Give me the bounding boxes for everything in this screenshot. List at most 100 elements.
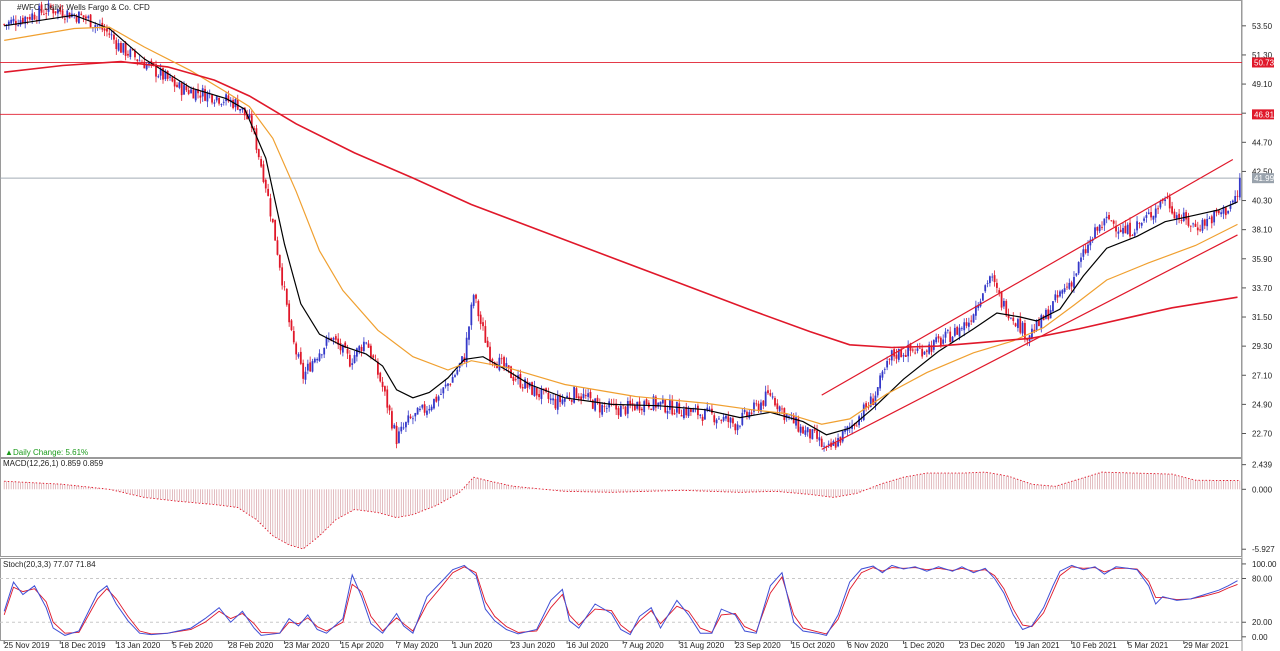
candle-body: [650, 408, 653, 410]
date-tick-label: 25 Nov 2019: [4, 641, 50, 650]
candle-body: [372, 355, 375, 358]
candle-body: [1131, 235, 1134, 236]
candle-body: [122, 43, 125, 53]
candle-body: [503, 357, 505, 368]
candle-body: [1119, 229, 1122, 233]
candle-body: [1124, 225, 1127, 234]
macd-tick-label: 0.000: [1252, 485, 1273, 494]
candle-body: [26, 17, 29, 19]
candle-body: [451, 377, 454, 383]
date-tick-label: 6 Nov 2020: [847, 641, 888, 650]
candle-body: [491, 359, 494, 361]
candle-body: [187, 90, 190, 94]
candle-body: [1068, 282, 1071, 289]
candle-body: [1094, 227, 1096, 238]
candle-body: [573, 386, 576, 403]
candle-body: [124, 42, 127, 56]
candle-body: [965, 322, 968, 326]
candle-body: [589, 391, 592, 399]
candle-body: [783, 408, 786, 421]
candle-body: [1234, 196, 1237, 203]
candle-body: [489, 346, 491, 362]
candle-body: [1040, 315, 1043, 329]
candle-body: [1164, 199, 1166, 202]
candle-body: [486, 340, 489, 348]
candle-body: [673, 413, 676, 415]
candle-body: [316, 359, 319, 361]
candle-body: [535, 387, 538, 396]
candle-body: [1005, 300, 1008, 316]
candle-body: [110, 34, 113, 36]
candle-body: [570, 400, 573, 402]
date-tick-label: 15 Apr 2020: [341, 641, 385, 650]
candle-body: [659, 401, 662, 405]
candle-body: [914, 352, 917, 354]
candle-body: [577, 396, 580, 399]
candle-body: [841, 431, 844, 442]
candle-body: [605, 408, 608, 409]
candle-body: [194, 89, 197, 101]
candle-body: [1147, 212, 1150, 215]
candle-body: [482, 322, 484, 327]
candle-body: [533, 386, 536, 397]
candle-body: [514, 379, 517, 381]
price-tick-label: 27.10: [1252, 371, 1273, 380]
candle-body: [820, 438, 823, 447]
stoch-tick-label: 100.00: [1252, 560, 1277, 569]
candle-body: [935, 337, 938, 343]
candle-body: [402, 427, 405, 429]
price-tick-label: 35.90: [1252, 255, 1273, 264]
candle-body: [412, 418, 414, 420]
candle-body: [393, 424, 396, 429]
candle-body: [276, 240, 279, 255]
candle-body: [991, 276, 994, 278]
candle-body: [678, 403, 681, 414]
candle-body: [587, 393, 590, 397]
candle-body: [281, 267, 284, 286]
candle-body: [362, 341, 365, 352]
candle-body: [82, 15, 85, 18]
candle-body: [902, 355, 905, 357]
candle-body: [381, 381, 384, 388]
candle-body: [580, 396, 583, 400]
price-tag-label: 50.73: [1254, 58, 1275, 67]
candle-body: [748, 412, 751, 419]
candle-body: [183, 84, 185, 95]
candle-body: [206, 92, 209, 102]
candle-body: [440, 394, 442, 395]
candle-body: [428, 408, 431, 411]
candle-body: [888, 358, 891, 360]
candle-body: [1126, 224, 1129, 235]
candle-body: [1012, 317, 1015, 322]
candle-body: [190, 89, 192, 94]
candle-body: [96, 25, 99, 27]
candle-body: [1110, 220, 1113, 222]
candle-body: [106, 28, 108, 32]
price-tag-label: 41.99: [1254, 174, 1275, 183]
candle-body: [911, 349, 914, 351]
candle-body: [1175, 215, 1178, 219]
candle-body: [12, 18, 15, 22]
candle-body: [1087, 244, 1089, 253]
candle-body: [993, 275, 996, 283]
candle-body: [1117, 231, 1120, 234]
candle-body: [498, 357, 501, 371]
candle-body: [325, 337, 328, 346]
price-tick-label: 29.30: [1252, 342, 1273, 351]
macd-tick-label: 2.439: [1252, 461, 1273, 470]
candle-body: [727, 416, 730, 422]
candle-body: [582, 393, 585, 399]
candle-body: [180, 83, 183, 96]
stoch-tick-label: 0.00: [1252, 633, 1268, 642]
candle-body: [552, 398, 554, 401]
candle-body: [367, 343, 370, 348]
candle-body: [192, 89, 195, 99]
candle-body: [1024, 323, 1026, 340]
candle-body: [1171, 206, 1173, 214]
candle-body: [1066, 286, 1068, 288]
candle-body: [178, 82, 181, 88]
candle-body: [1238, 178, 1241, 198]
candle-body: [755, 403, 758, 405]
candle-body: [19, 20, 22, 26]
candle-body: [855, 425, 858, 427]
